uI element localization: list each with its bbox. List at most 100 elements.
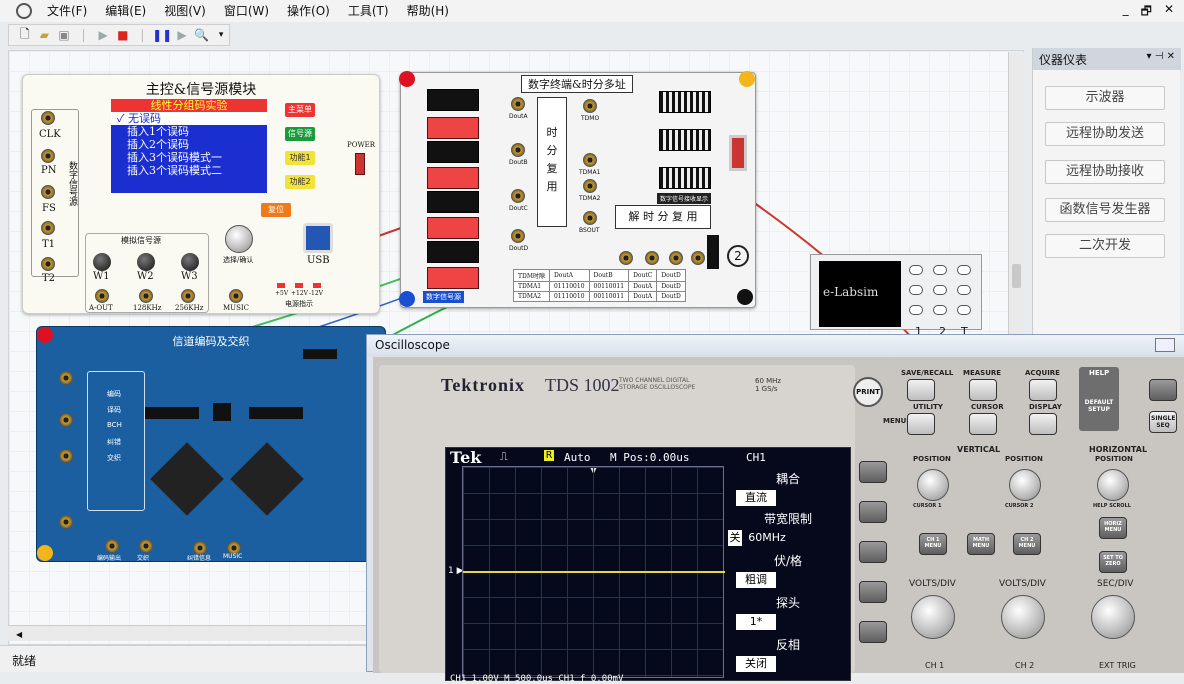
jack-douta[interactable] [511, 97, 525, 111]
jack-input[interactable] [59, 515, 73, 529]
jack-doutc[interactable] [511, 189, 525, 203]
select-confirm-knob[interactable] [225, 225, 253, 253]
jack-doutd[interactable] [511, 229, 525, 243]
lcd-display[interactable]: 线性分组码实验 ✓ 无误码 插入1个误码 插入2个误码 插入3个误码模式一 插入… [111, 99, 267, 193]
power-switch[interactable] [355, 153, 365, 175]
channel-coding-board[interactable]: 信道编码及交织 编码 译码 BCH 纠错 交织 编码输出 交织 纠错信息 MUS… [36, 326, 386, 562]
jack-bs[interactable] [669, 251, 683, 265]
dip-switch[interactable] [427, 167, 479, 189]
softkey-value-invert[interactable]: 关闭 [736, 656, 776, 672]
jack-tdma1[interactable] [583, 153, 597, 167]
jack-music[interactable] [229, 289, 243, 303]
jack-tdma2[interactable] [583, 179, 597, 193]
scroll-thumb[interactable] [1012, 264, 1021, 288]
softkey-value-coupling[interactable]: 直流 [736, 490, 776, 506]
menu-side-button[interactable] [859, 621, 887, 643]
softkey-value-probe[interactable]: 1* [736, 614, 776, 630]
lcd-item[interactable]: 插入1个误码 [111, 125, 267, 138]
scope-button[interactable] [909, 265, 923, 275]
jack-bsi[interactable] [691, 251, 705, 265]
main-menu-button[interactable]: 主菜单 [285, 103, 315, 117]
dip-switch[interactable] [427, 117, 479, 139]
horiz-position-knob[interactable] [1097, 469, 1129, 501]
dip-switch[interactable] [427, 241, 479, 263]
knob-w2[interactable] [137, 253, 155, 271]
main-control-module[interactable]: 主控&信号源模块 数字信号源 CLK PN FS T1 T2 线性分组码实验 ✓… [22, 74, 380, 314]
display-button[interactable] [1029, 413, 1057, 435]
menu-side-button[interactable] [859, 581, 887, 603]
function2-button[interactable]: 功能2 [285, 175, 315, 189]
utility-button[interactable] [907, 413, 935, 435]
dip-switch[interactable] [427, 267, 479, 289]
acquire-button[interactable] [1029, 379, 1057, 401]
print-button[interactable]: PRINT [853, 377, 883, 407]
jack-pn[interactable] [41, 149, 55, 163]
knob-w1[interactable] [93, 253, 111, 271]
lcd-selected-item[interactable]: ✓ 无误码 [111, 112, 267, 125]
ch2-volts-div-knob[interactable] [1001, 595, 1045, 639]
jack-256khz[interactable] [181, 289, 195, 303]
dip-switch[interactable] [427, 89, 479, 111]
cursor-button[interactable] [969, 413, 997, 435]
scope-button[interactable] [957, 285, 971, 295]
function-generator-button[interactable]: 函数信号发生器 [1045, 198, 1165, 222]
tdm-multiplex-module[interactable]: 数字终端&时分多址 DoutA DoutB DoutC DoutD 时 分 复 … [399, 71, 756, 308]
dip-switch[interactable] [427, 217, 479, 239]
secondary-development-button[interactable]: 二次开发 [1045, 234, 1165, 258]
jack-tdmd[interactable] [645, 251, 659, 265]
menu-side-button[interactable] [859, 541, 887, 563]
save-recall-button[interactable] [907, 379, 935, 401]
remote-assist-send-button[interactable]: 远程协助发送 [1045, 122, 1165, 146]
signal-source-button[interactable]: 信号源 [285, 127, 315, 141]
jack-doutb[interactable] [511, 143, 525, 157]
jack-input[interactable] [59, 371, 73, 385]
virtual-scope-device[interactable]: e-Labsim 1 2 T [810, 254, 982, 338]
ch1-volts-div-knob[interactable] [911, 595, 955, 639]
scope-button[interactable] [909, 305, 923, 315]
pin-icon[interactable]: ⊣ [1155, 51, 1164, 62]
lcd-item[interactable]: 插入3个误码模式一 [111, 151, 267, 164]
menu-side-button[interactable] [859, 461, 887, 483]
scope-button[interactable] [957, 305, 971, 315]
dip-switch[interactable] [427, 141, 479, 163]
menu-side-button[interactable] [859, 501, 887, 523]
run-stop-button[interactable] [1149, 379, 1177, 401]
lcd-item[interactable]: 插入2个误码 [111, 138, 267, 151]
close-icon[interactable]: ✕ [1167, 51, 1175, 62]
remote-assist-receive-button[interactable]: 远程协助接收 [1045, 160, 1165, 184]
jack-t1[interactable] [41, 221, 55, 235]
scope-button[interactable] [933, 265, 947, 275]
jack-128khz[interactable] [139, 289, 153, 303]
jack-input[interactable] [59, 449, 73, 463]
scroll-left-icon[interactable]: ◀ [16, 630, 22, 639]
measure-button[interactable] [969, 379, 997, 401]
jack-interleave[interactable] [139, 539, 153, 553]
jack-input[interactable] [59, 413, 73, 427]
sec-div-knob[interactable] [1091, 595, 1135, 639]
scope-button[interactable] [909, 285, 923, 295]
softkey-value-bandwidth[interactable]: 60MHz [744, 530, 790, 546]
jack-bsout[interactable] [583, 211, 597, 225]
ch2-position-knob[interactable] [1009, 469, 1041, 501]
jack-din[interactable] [619, 251, 633, 265]
oscilloscope-button[interactable]: 示波器 [1045, 86, 1165, 110]
oscilloscope-titlebar[interactable]: Oscilloscope [367, 335, 1184, 357]
softkey-value-volts[interactable]: 粗调 [736, 572, 776, 588]
jack-clk[interactable] [41, 111, 55, 125]
reset-button[interactable]: 复位 [261, 203, 291, 217]
jack-encode-out[interactable] [105, 539, 119, 553]
jack-t2[interactable] [41, 257, 55, 271]
jack-fs[interactable] [41, 185, 55, 199]
dip-switch[interactable] [427, 191, 479, 213]
dropdown-icon[interactable]: ▾ [1146, 51, 1151, 62]
restore-icon[interactable] [1155, 338, 1175, 352]
scope-button[interactable] [957, 265, 971, 275]
scope-button[interactable] [933, 305, 947, 315]
scope-button[interactable] [933, 285, 947, 295]
jack-tdmo[interactable] [583, 99, 597, 113]
function1-button[interactable]: 功能1 [285, 151, 315, 165]
toggle-switch[interactable] [729, 135, 747, 171]
oscilloscope-window[interactable]: Oscilloscope Tektronix TDS 1002 TWO CHAN… [366, 334, 1184, 684]
lcd-item[interactable]: 插入3个误码模式二 [111, 164, 267, 177]
knob-w3[interactable] [181, 253, 199, 271]
